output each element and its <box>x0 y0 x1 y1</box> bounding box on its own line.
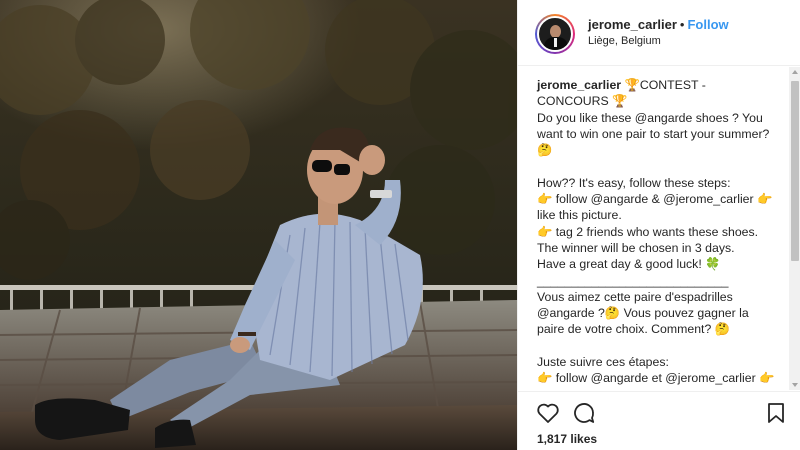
comments-scrollbar[interactable] <box>789 67 800 390</box>
likes-count[interactable]: 1,817 likes <box>537 432 597 446</box>
post-photo[interactable] <box>0 0 517 450</box>
bookmark-icon <box>768 403 784 423</box>
caption: jerome_carlier 🏆CONTEST - CONCOURS 🏆 Do … <box>537 77 777 390</box>
username-link[interactable]: jerome_carlier <box>588 17 677 32</box>
post-photo-image <box>0 0 517 450</box>
user-line: jerome_carlier • Follow <box>588 17 729 32</box>
like-button[interactable] <box>536 401 560 425</box>
scrollbar-thumb[interactable] <box>791 81 799 261</box>
post-sidebar: jerome_carlier • Follow Liège, Belgium jer… <box>517 0 800 450</box>
scroll-up-arrow[interactable] <box>792 70 798 74</box>
heart-icon <box>537 403 559 423</box>
comments-section[interactable]: jerome_carlier 🏆CONTEST - CONCOURS 🏆 Do … <box>518 67 800 390</box>
scroll-down-arrow[interactable] <box>792 383 798 387</box>
comment-icon <box>574 403 595 423</box>
location-link[interactable]: Liège, Belgium <box>588 35 661 47</box>
avatar[interactable] <box>537 16 573 52</box>
action-bar: 1,817 likes <box>518 391 800 450</box>
comment-button[interactable] <box>572 401 596 425</box>
caption-text: 🏆CONTEST - CONCOURS 🏆 Do you like these … <box>537 78 775 390</box>
caption-username-link[interactable]: jerome_carlier <box>537 78 621 92</box>
follow-button[interactable]: Follow <box>687 17 728 32</box>
story-ring[interactable] <box>535 14 575 54</box>
post-header: jerome_carlier • Follow Liège, Belgium <box>518 0 800 66</box>
save-button[interactable] <box>764 401 788 425</box>
separator-dot: • <box>679 17 685 32</box>
